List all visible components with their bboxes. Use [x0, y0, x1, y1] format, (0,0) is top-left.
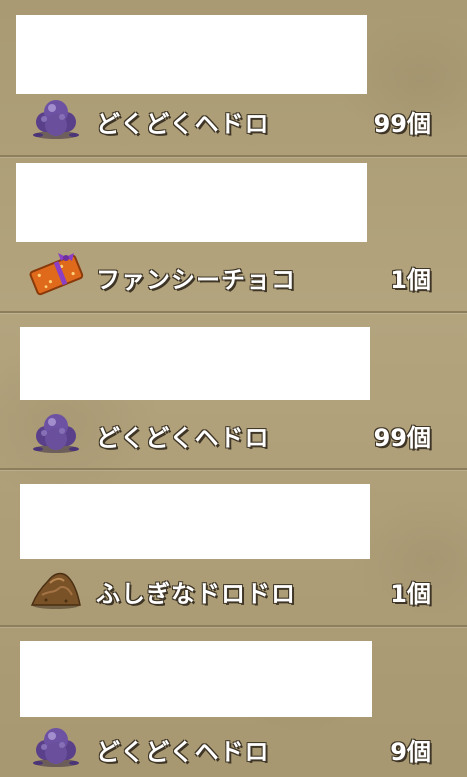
list-item[interactable]: どくどくヘドロ 99個 — [0, 409, 467, 455]
item-name: ファンシーチョコ — [96, 266, 296, 294]
poison-sludge-icon — [33, 414, 79, 453]
redacted-block — [20, 327, 370, 400]
item-list: どくどくヘドロ 99個 ファンシーチョコ 1個 どくどくヘドロ 99個 ふしぎな… — [0, 0, 467, 777]
item-quantity: 1個 — [390, 580, 431, 608]
item-name: どくどくヘドロ — [96, 110, 270, 138]
list-item[interactable]: どくどくヘドロ 9個 — [0, 723, 467, 769]
item-name: どくどくヘドロ — [96, 424, 270, 452]
poison-sludge-icon — [33, 728, 79, 767]
redacted-block — [20, 484, 370, 559]
divider — [0, 155, 467, 157]
list-item[interactable]: ふしぎなドロドロ 1個 — [0, 565, 467, 611]
list-item[interactable]: ファンシーチョコ 1個 — [0, 251, 467, 297]
mysterious-mud-icon — [30, 572, 81, 609]
item-name: どくどくヘドロ — [96, 738, 270, 766]
item-quantity: 99個 — [373, 110, 431, 138]
item-quantity: 99個 — [373, 424, 431, 452]
divider — [0, 468, 467, 470]
list-item[interactable]: どくどくヘドロ 99個 — [0, 95, 467, 141]
divider — [0, 625, 467, 627]
redacted-block — [16, 163, 367, 242]
item-name: ふしぎなドロドロ — [96, 580, 296, 608]
item-quantity: 9個 — [390, 738, 431, 766]
divider — [0, 311, 467, 313]
fancy-chocolate-icon — [29, 253, 84, 296]
poison-sludge-icon — [33, 100, 79, 139]
item-quantity: 1個 — [390, 266, 431, 294]
redacted-block — [20, 641, 372, 717]
redacted-block — [16, 15, 367, 94]
